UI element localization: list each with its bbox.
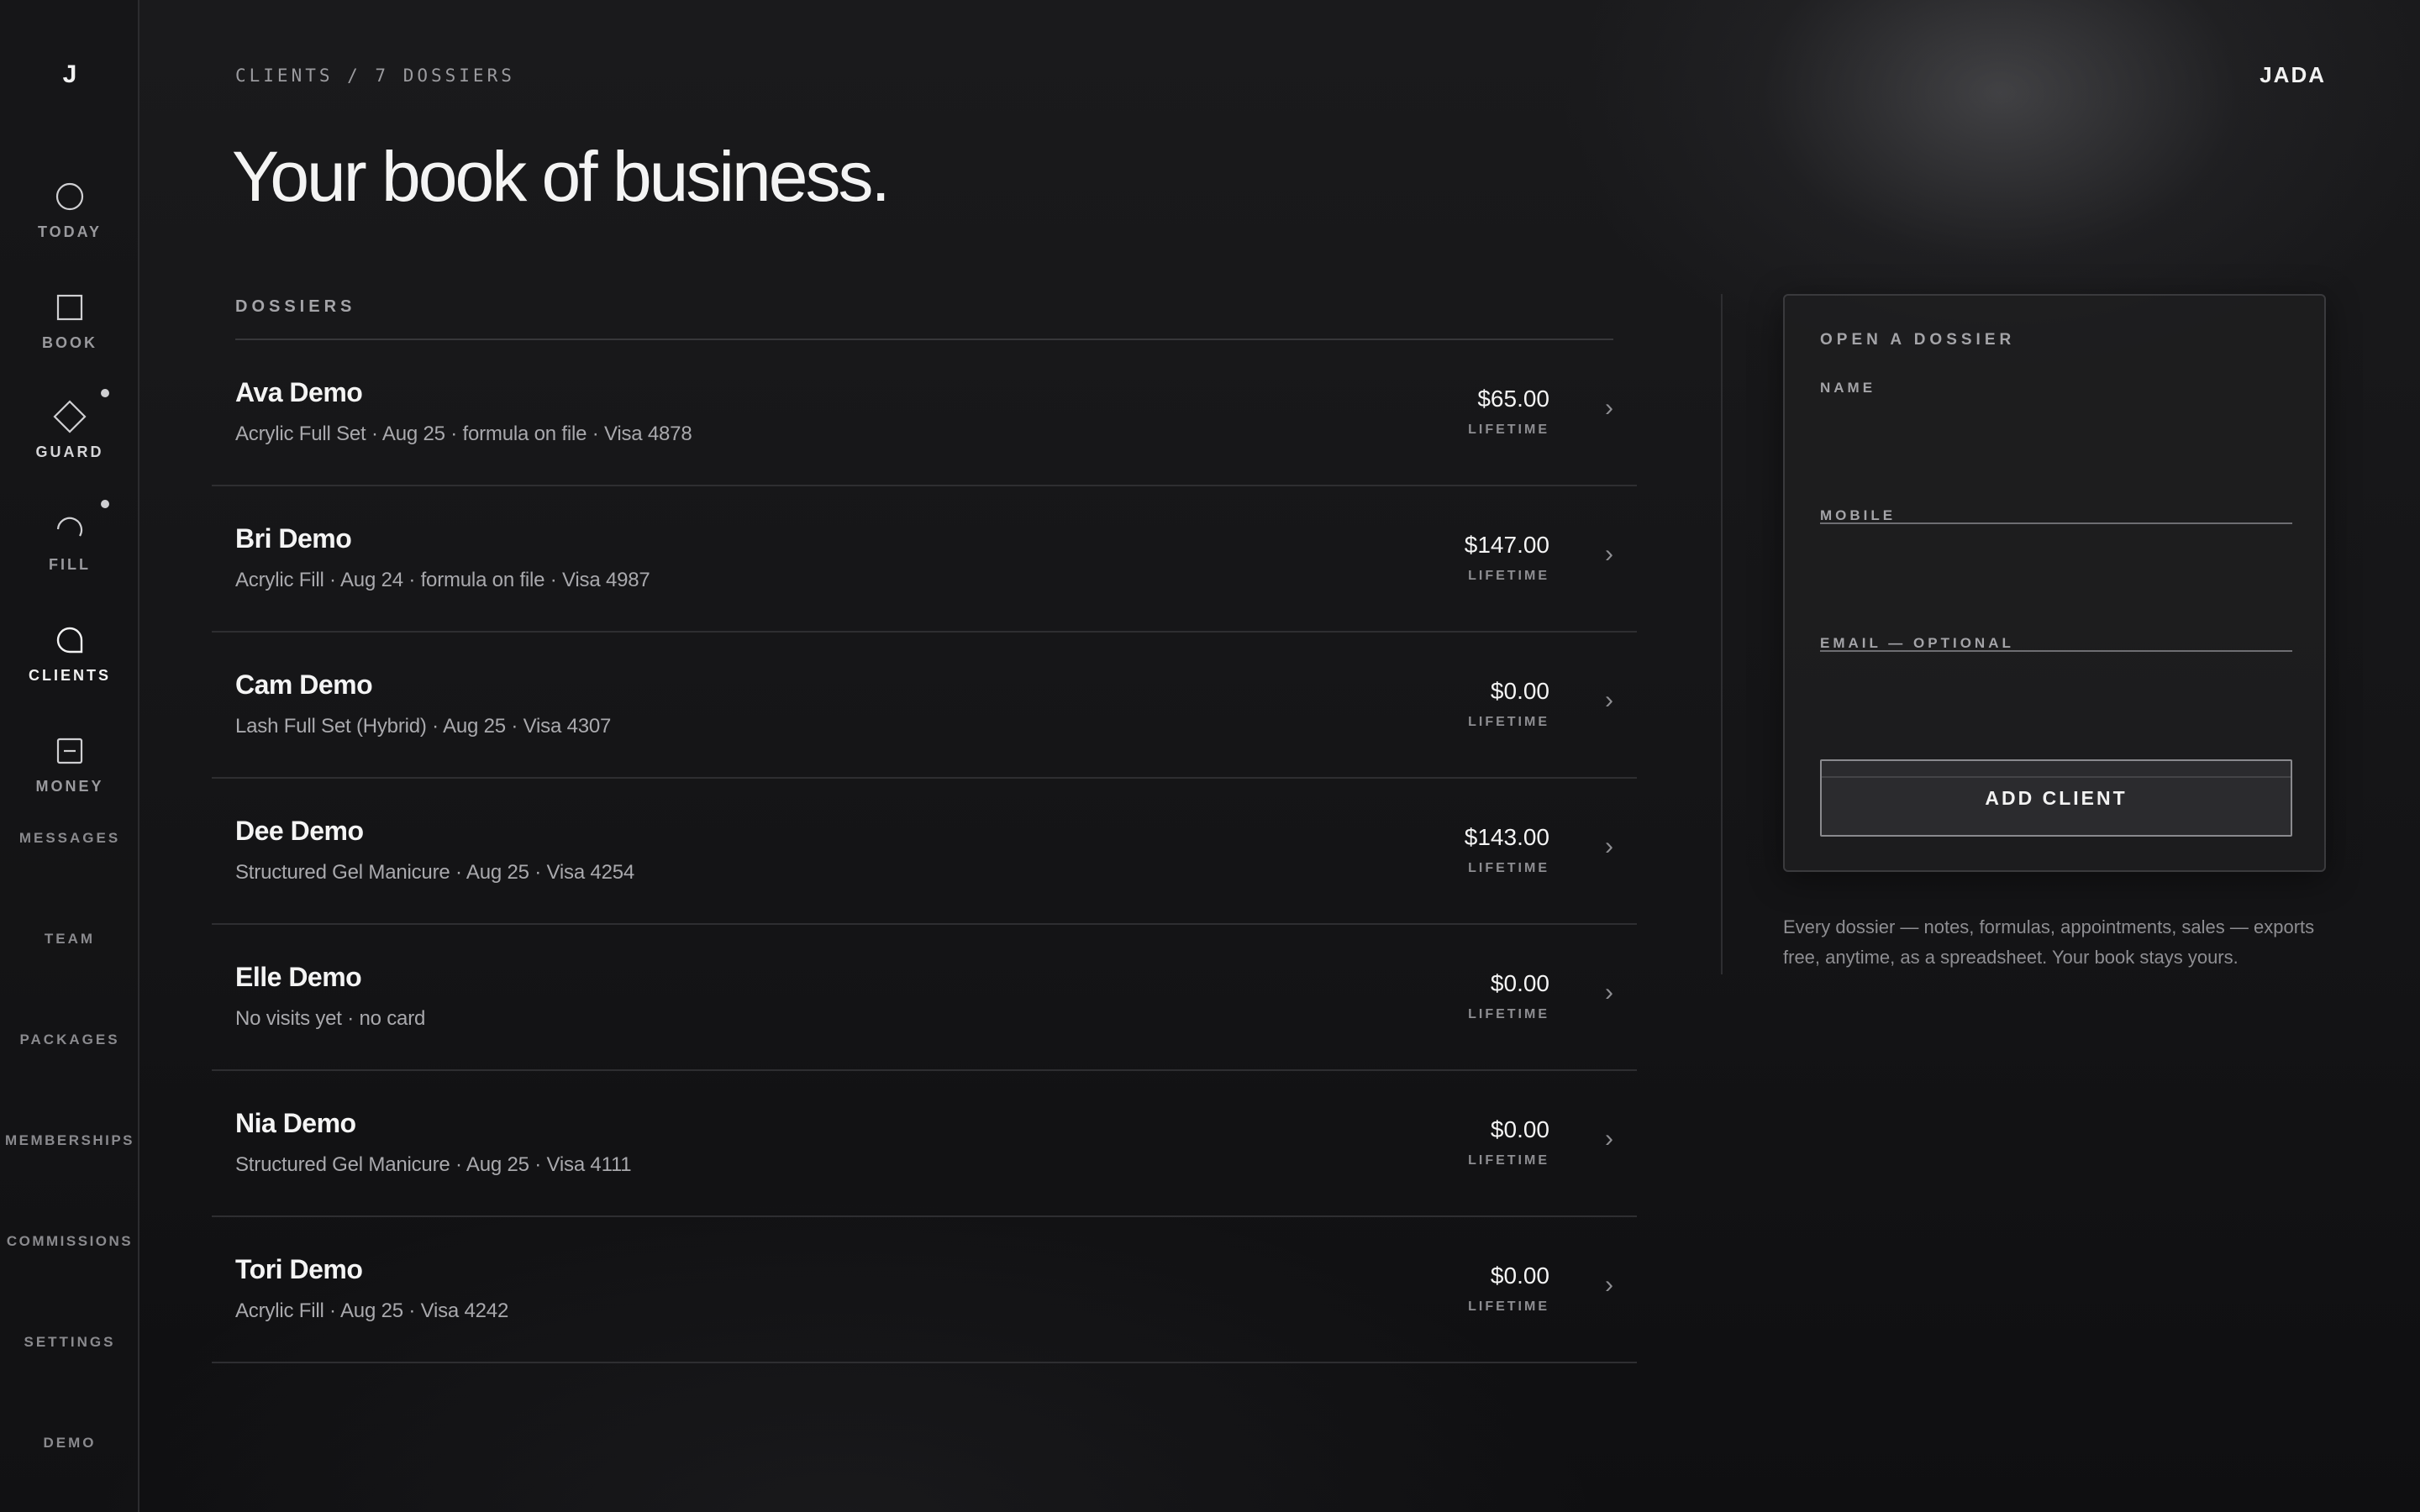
client-name: Cam Demo: [235, 669, 373, 700]
diamond-icon: [51, 398, 88, 435]
arc-icon: [51, 511, 88, 548]
dossiers-heading: DOSSIERS: [235, 297, 1613, 340]
lifetime-label: LIFETIME: [1468, 1007, 1549, 1021]
client-meta: Structured Gel Manicure · Aug 25 · Visa …: [235, 1153, 632, 1176]
dossier-list: Ava Demo Acrylic Full Set · Aug 25 · for…: [212, 340, 1637, 1363]
fill-notification-dot: [101, 500, 109, 508]
client-meta: No visits yet · no card: [235, 1007, 426, 1030]
client-name: Tori Demo: [235, 1254, 363, 1284]
name-label: NAME: [1820, 380, 1876, 396]
chevron-right-icon: ›: [1605, 686, 1613, 714]
circle-icon: [51, 178, 88, 215]
lifetime-label: LIFETIME: [1468, 861, 1549, 875]
email-label: EMAIL — OPTIONAL: [1820, 635, 2014, 651]
chevron-right-icon: ›: [1605, 540, 1613, 568]
chevron-right-icon: ›: [1605, 1125, 1613, 1152]
nav-item-clients[interactable]: CLIENTS: [0, 622, 139, 685]
client-name: Nia Demo: [235, 1108, 356, 1138]
sidebar: J TODAY BOOK GUARD FILL CLIENTS MONEY ME…: [0, 0, 139, 1512]
dossier-row-ava[interactable]: Ava Demo Acrylic Full Set · Aug 25 · for…: [212, 340, 1637, 486]
lifetime-label: LIFETIME: [1468, 1153, 1549, 1168]
dossier-row-nia[interactable]: Nia Demo Structured Gel Manicure · Aug 2…: [212, 1071, 1637, 1217]
export-footnote: Every dossier — notes, formulas, appoint…: [1783, 916, 2315, 968]
square-icon: [51, 289, 88, 326]
nav-label-today: TODAY: [37, 223, 103, 240]
lifetime-amount: $147.00: [1464, 532, 1549, 558]
nav-label-clients: CLIENTS: [28, 667, 111, 684]
client-name: Elle Demo: [235, 962, 362, 992]
lifetime-label: LIFETIME: [1468, 1299, 1549, 1314]
client-meta: Acrylic Full Set · Aug 25 · formula on f…: [235, 423, 692, 445]
lifetime-amount: $0.00: [1490, 1116, 1549, 1142]
client-meta: Lash Full Set (Hybrid) · Aug 25 · Visa 4…: [235, 715, 612, 738]
nav-link-team[interactable]: TEAM: [0, 931, 139, 948]
nav-label-book: BOOK: [42, 334, 97, 351]
dossier-row-bri[interactable]: Bri Demo Acrylic Fill · Aug 24 · formula…: [212, 486, 1637, 633]
client-meta: Acrylic Fill · Aug 25 · Visa 4242: [235, 1299, 509, 1322]
client-meta: Structured Gel Manicure · Aug 25 · Visa …: [235, 861, 635, 884]
lifetime-label: LIFETIME: [1468, 423, 1549, 437]
page-title: Your book of business.: [232, 137, 891, 216]
dossier-row-tori[interactable]: Tori Demo Acrylic Fill · Aug 25 · Visa 4…: [212, 1217, 1637, 1363]
nav-item-fill[interactable]: FILL: [0, 511, 139, 574]
nav-link-demo[interactable]: DEMO: [0, 1435, 139, 1452]
nav-link-packages[interactable]: PACKAGES: [0, 1032, 139, 1048]
lifetime-amount: $0.00: [1490, 1263, 1549, 1289]
client-name: Ava Demo: [235, 377, 363, 407]
nav-item-money[interactable]: MONEY: [0, 732, 139, 795]
nav-link-commissions[interactable]: COMMISSIONS: [0, 1233, 139, 1250]
speech-bubble-icon: [51, 622, 88, 659]
nav-label-money: MONEY: [35, 778, 104, 795]
lifetime-label: LIFETIME: [1468, 569, 1549, 583]
lifetime-amount: $0.00: [1490, 678, 1549, 704]
chevron-right-icon: ›: [1605, 979, 1613, 1006]
nav-item-book[interactable]: BOOK: [0, 289, 139, 352]
column-divider: [1721, 294, 1723, 974]
lifetime-amount: $0.00: [1490, 970, 1549, 996]
nav-link-memberships[interactable]: MEMBERSHIPS: [0, 1132, 139, 1149]
nav-link-messages[interactable]: MESSAGES: [0, 830, 139, 847]
nav-item-guard[interactable]: GUARD: [0, 398, 139, 461]
chevron-right-icon: ›: [1605, 1271, 1613, 1299]
add-client-button[interactable]: ADD CLIENT: [1820, 759, 2292, 837]
brand-name: JADA: [2260, 62, 2326, 87]
client-meta: Acrylic Fill · Aug 24 · formula on file …: [235, 569, 650, 591]
nav-link-settings[interactable]: SETTINGS: [0, 1334, 139, 1351]
lifetime-label: LIFETIME: [1468, 715, 1549, 729]
lifetime-amount: $65.00: [1477, 386, 1549, 412]
client-name: Dee Demo: [235, 816, 364, 846]
client-name: Bri Demo: [235, 523, 352, 554]
open-dossier-form: OPEN A DOSSIER NAME MOBILE EMAIL — OPTIO…: [1783, 294, 2326, 872]
logo[interactable]: J: [0, 60, 139, 89]
guard-notification-dot: [101, 389, 109, 397]
dossier-row-elle[interactable]: Elle Demo No visits yet · no card $0.00 …: [212, 925, 1637, 1071]
nav-label-guard: GUARD: [35, 444, 104, 460]
chevron-right-icon: ›: [1605, 394, 1613, 422]
nav-item-today[interactable]: TODAY: [0, 178, 139, 241]
lifetime-amount: $143.00: [1464, 824, 1549, 850]
breadcrumb: CLIENTS / 7 DOSSIERS: [235, 66, 515, 86]
dossier-row-cam[interactable]: Cam Demo Lash Full Set (Hybrid) · Aug 25…: [212, 633, 1637, 779]
form-title: OPEN A DOSSIER: [1820, 331, 2016, 349]
nav-label-fill: FILL: [49, 556, 91, 573]
chevron-right-icon: ›: [1605, 832, 1613, 860]
minus-box-icon: [51, 732, 88, 769]
mobile-label: MOBILE: [1820, 507, 1897, 523]
dossier-row-dee[interactable]: Dee Demo Structured Gel Manicure · Aug 2…: [212, 779, 1637, 925]
